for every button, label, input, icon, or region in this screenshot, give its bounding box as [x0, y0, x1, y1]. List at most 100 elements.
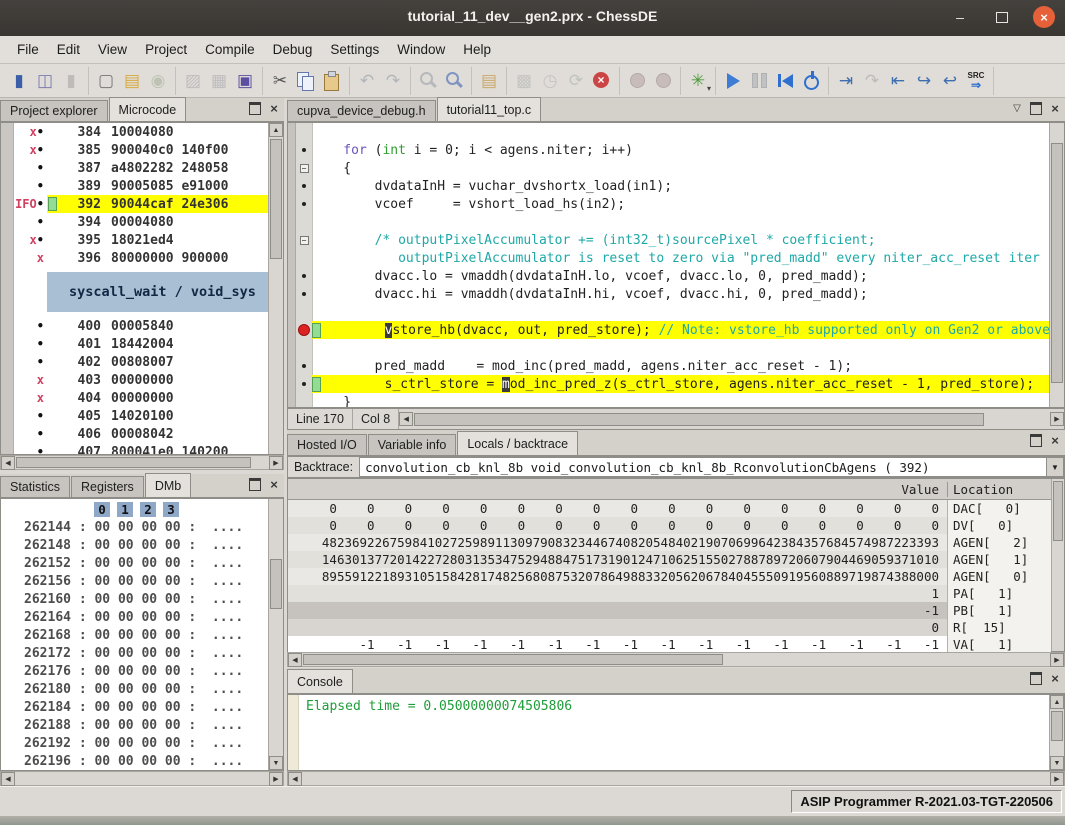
- code-gutter-cell[interactable]: [296, 195, 312, 213]
- code-line[interactable]: outputPixelAccumulator is reset to zero …: [288, 249, 1049, 267]
- step-into-icon[interactable]: ⇥: [833, 68, 859, 94]
- microcode-hscrollbar[interactable]: ◀ ▶: [0, 455, 284, 470]
- scroll-right-icon[interactable]: ▶: [1050, 412, 1064, 426]
- menu-compile[interactable]: Compile: [196, 38, 264, 61]
- close-panel-icon[interactable]: ×: [1048, 102, 1062, 115]
- memory-row[interactable]: 262164 : 00 00 00 00 : ....: [1, 608, 268, 626]
- maximize-panel-icon[interactable]: [248, 102, 262, 115]
- minimize-button[interactable]: –: [949, 6, 971, 28]
- scroll-left-icon[interactable]: ◀: [399, 412, 413, 426]
- memory-row[interactable]: 262168 : 00 00 00 00 : ....: [1, 626, 268, 644]
- scroll-left-icon[interactable]: ◀: [1, 772, 15, 786]
- code-editor[interactable]: for (int i = 0; i < agens.niter; i++)− {…: [287, 122, 1065, 408]
- maximize-panel-icon[interactable]: [248, 478, 262, 491]
- microcode-row[interactable]: •40118442004: [1, 335, 268, 353]
- maximize-panel-icon[interactable]: [1029, 434, 1043, 447]
- tab-project-explorer[interactable]: Project explorer: [0, 100, 108, 121]
- scroll-thumb[interactable]: [270, 139, 282, 259]
- memory-row[interactable]: 262144 : 00 00 00 00 : ....: [1, 518, 268, 536]
- code-gutter-cell[interactable]: [296, 141, 312, 159]
- microcode-row[interactable]: •38990005085 e91000: [1, 177, 268, 195]
- power-icon[interactable]: [798, 68, 824, 94]
- code-line[interactable]: dvdataInH = vuchar_dvshortx_load(in1);: [288, 177, 1049, 195]
- close-button[interactable]: ×: [1033, 6, 1055, 28]
- values-vscrollbar[interactable]: [1051, 479, 1064, 651]
- value-row[interactable]: 0 0 0 0 0 0 0 0 0 0 0 0 0 0 0 0 0DAC[ 0]: [288, 500, 1051, 517]
- restore-button[interactable]: [991, 6, 1013, 28]
- tab-registers[interactable]: Registers: [71, 476, 144, 497]
- microcode-row[interactable]: •39400004080: [1, 213, 268, 231]
- step-return-icon[interactable]: ↩: [937, 68, 963, 94]
- close-panel-icon[interactable]: ×: [267, 102, 281, 115]
- scroll-down-icon[interactable]: ▼: [1050, 756, 1064, 770]
- editor-hscrollbar[interactable]: ◀ ▶: [399, 409, 1064, 429]
- code-gutter-cell[interactable]: [296, 213, 312, 231]
- code-line[interactable]: [288, 303, 1049, 321]
- value-row[interactable]: 0 0 0 0 0 0 0 0 0 0 0 0 0 0 0 0 0DV[ 0]: [288, 517, 1051, 534]
- code-gutter-cell[interactable]: −: [296, 231, 312, 249]
- editor-tab-tutorial11-top-c[interactable]: tutorial11_top.c: [437, 97, 542, 121]
- memory-row[interactable]: 262152 : 00 00 00 00 : ....: [1, 554, 268, 572]
- value-row[interactable]: -1 -1 -1 -1 -1 -1 -1 -1 -1 -1 -1 -1 -1 -…: [288, 636, 1051, 653]
- tab-locals-backtrace[interactable]: Locals / backtrace: [457, 431, 578, 455]
- scroll-thumb[interactable]: [1051, 143, 1063, 383]
- code-line[interactable]: pred_madd = mod_inc(pred_madd, agens.nit…: [288, 357, 1049, 375]
- console-hscrollbar[interactable]: ◀ ▶: [287, 771, 1065, 786]
- value-row[interactable]: 8955912218931051584281748256808753207864…: [288, 568, 1051, 585]
- tab-dmb[interactable]: DMb: [145, 473, 191, 497]
- open-file-icon[interactable]: ▤: [119, 68, 145, 94]
- stop-build-icon[interactable]: [589, 68, 615, 94]
- code-gutter-cell[interactable]: [296, 249, 312, 267]
- code-gutter-cell[interactable]: −: [296, 159, 312, 177]
- code-line[interactable]: for (int i = 0; i < agens.niter; i++): [288, 141, 1049, 159]
- microcode-row[interactable]: x40400000000: [1, 389, 268, 407]
- microcode-row[interactable]: •407800041e0 140200: [1, 443, 268, 455]
- notes-icon[interactable]: ▤: [476, 68, 502, 94]
- panel-menu-icon[interactable]: ▽: [1010, 102, 1024, 115]
- memory-hscrollbar[interactable]: ◀ ▶: [0, 771, 284, 786]
- paste-icon[interactable]: [319, 68, 345, 94]
- code-line[interactable]: − {: [288, 159, 1049, 177]
- code-line[interactable]: dvacc.lo = vmaddh(dvdataInH.lo, vcoef, d…: [288, 267, 1049, 285]
- menu-window[interactable]: Window: [388, 38, 454, 61]
- tab-console[interactable]: Console: [287, 669, 353, 693]
- maximize-panel-icon[interactable]: [1029, 102, 1043, 115]
- tab-hosted-i-o[interactable]: Hosted I/O: [287, 434, 367, 455]
- value-row[interactable]: 1463013772014227280313534752948847517319…: [288, 551, 1051, 568]
- scroll-left-icon[interactable]: ◀: [1, 456, 15, 470]
- scroll-down-icon[interactable]: ▼: [269, 756, 283, 770]
- scroll-up-icon[interactable]: ▲: [1050, 695, 1064, 709]
- code-gutter-cell[interactable]: [296, 123, 312, 141]
- menu-help[interactable]: Help: [454, 38, 500, 61]
- memory-vscrollbar[interactable]: ▼: [268, 499, 283, 770]
- close-panel-icon[interactable]: ×: [267, 478, 281, 491]
- microcode-row[interactable]: x•39518021ed4: [1, 231, 268, 249]
- scroll-thumb[interactable]: [1053, 481, 1063, 541]
- code-gutter-cell[interactable]: [296, 177, 312, 195]
- src-mode-icon[interactable]: SRC: [963, 68, 989, 94]
- code-line[interactable]: dvacc.hi = vmaddh(dvdataInH.hi, vcoef, d…: [288, 285, 1049, 303]
- memory-row[interactable]: 262176 : 00 00 00 00 : ....: [1, 662, 268, 680]
- fold-minus-icon[interactable]: −: [300, 164, 309, 173]
- scroll-right-icon[interactable]: ▶: [269, 772, 283, 786]
- menu-debug[interactable]: Debug: [264, 38, 322, 61]
- code-line[interactable]: [288, 339, 1049, 357]
- backtrace-combo[interactable]: convolution_cb_knl_8b void_convolution_c…: [359, 457, 1047, 477]
- search-in-files-icon[interactable]: [441, 68, 467, 94]
- values-hscrollbar[interactable]: ◀ ▶: [287, 652, 1065, 667]
- fold-minus-icon[interactable]: −: [300, 236, 309, 245]
- scroll-right-icon[interactable]: ▶: [1050, 772, 1064, 786]
- dropdown-caret-icon[interactable]: ▾: [707, 84, 711, 93]
- microcode-row[interactable]: x•38410004080: [1, 123, 268, 141]
- memory-row[interactable]: 262188 : 00 00 00 00 : ....: [1, 716, 268, 734]
- code-line[interactable]: − /* outputPixelAccumulator += (int32_t)…: [288, 231, 1049, 249]
- code-gutter-cell[interactable]: [296, 267, 312, 285]
- debug-start-icon[interactable]: ✳▾: [685, 68, 711, 94]
- code-gutter-cell[interactable]: [296, 285, 312, 303]
- code-gutter-cell[interactable]: [296, 303, 312, 321]
- microcode-row[interactable]: •387a4802282 248058: [1, 159, 268, 177]
- microcode-row[interactable]: •40200808007: [1, 353, 268, 371]
- memory-row[interactable]: 262192 : 00 00 00 00 : ....: [1, 734, 268, 752]
- scroll-thumb[interactable]: [270, 559, 282, 609]
- backtrace-dropdown-icon[interactable]: ▼: [1047, 457, 1064, 477]
